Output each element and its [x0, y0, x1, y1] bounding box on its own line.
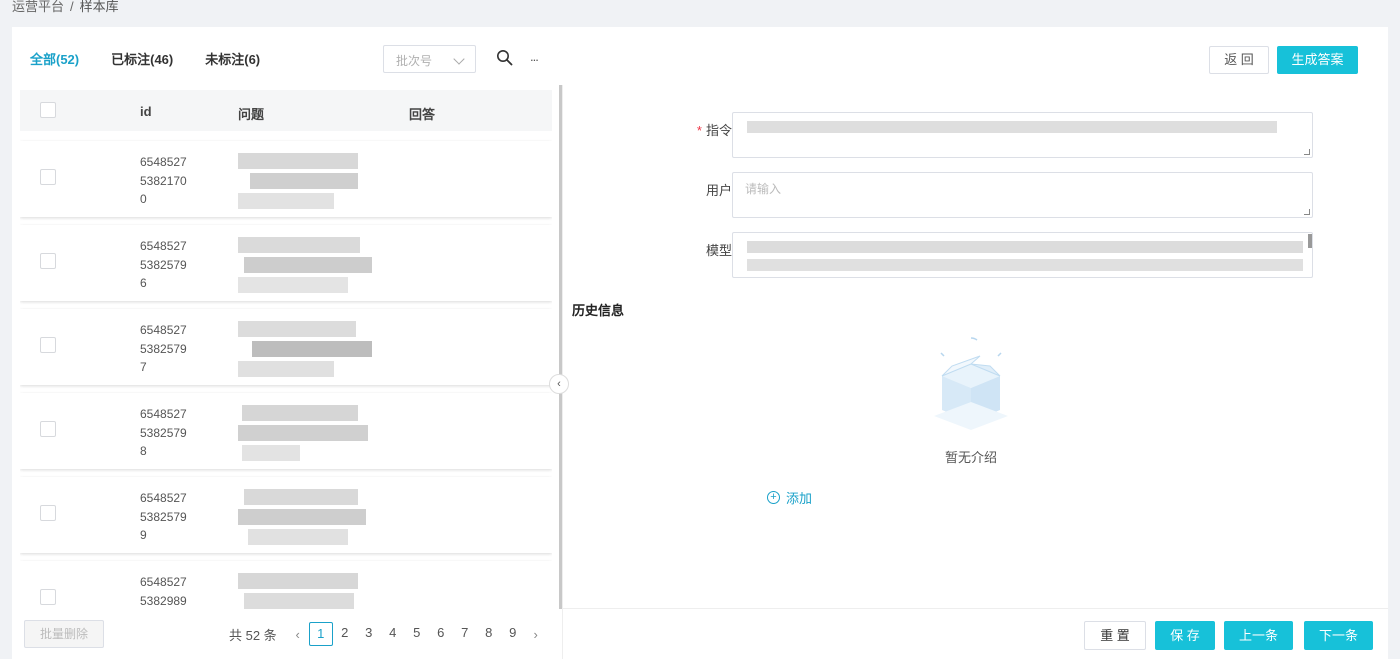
instruction-field[interactable] [732, 112, 1313, 158]
empty-message: 暂无介绍 [944, 450, 997, 465]
redacted-question [238, 487, 372, 549]
page-7[interactable]: 7 [453, 622, 477, 646]
redacted-question [238, 571, 372, 609]
row-checkbox[interactable] [40, 337, 56, 353]
breadcrumb-root[interactable]: 运营平台 [12, 0, 64, 16]
panel-divider [562, 85, 563, 659]
required-mark: * [696, 123, 702, 138]
batch-select-placeholder: 批次号 [396, 54, 433, 68]
chevron-down-icon [453, 53, 465, 65]
search-icon[interactable] [496, 49, 513, 66]
tab-unlabeled[interactable]: 未标注(6) [205, 49, 260, 68]
redacted-question [238, 235, 372, 297]
user-field[interactable]: 请输入 [732, 172, 1313, 218]
column-id: id [140, 104, 152, 119]
redacted-question [238, 151, 372, 213]
redacted-question [238, 403, 372, 465]
breadcrumb-current: 样本库 [79, 0, 119, 14]
bulk-delete-button[interactable]: 批量删除 [24, 620, 104, 648]
row-id: 6548527 5382579 7 [140, 323, 187, 374]
footer-divider [563, 608, 1388, 609]
table-header: id 问题 回答 [20, 90, 552, 131]
redacted-text [747, 259, 1303, 271]
generate-answer-button[interactable]: 生成答案 [1277, 46, 1358, 74]
redacted-question [238, 319, 372, 381]
row-id: 6548527 5382170 0 [140, 155, 187, 206]
status-tabs: 全部(52) 已标注(46) 未标注(6) [30, 49, 292, 68]
table-row[interactable]: 6548527 5382170 0 [20, 141, 552, 217]
add-history-label: 添加 [786, 491, 813, 506]
redacted-text [747, 121, 1277, 133]
page-1[interactable]: 1 [308, 622, 333, 646]
row-id: 6548527 5382579 6 [140, 239, 187, 290]
instruction-label: * 指令 [696, 123, 732, 138]
batch-select[interactable]: 批次号 [383, 45, 476, 73]
row-checkbox[interactable] [40, 169, 56, 185]
tab-all[interactable]: 全部(52) [30, 49, 79, 68]
main-card: 全部(52) 已标注(46) 未标注(6) 批次号 ... 返 回 生成答案 i… [12, 27, 1388, 659]
row-id: 6548527 5382579 9 [140, 491, 187, 542]
page-9[interactable]: 9 [501, 622, 525, 646]
user-label: 用户 [705, 183, 732, 198]
add-history-button[interactable]: + 添加 [767, 488, 812, 507]
collapse-panel-button[interactable]: ‹ [549, 374, 569, 394]
breadcrumb: 运营平台 / 样本库 [12, 0, 119, 16]
save-button[interactable]: 保 存 [1155, 621, 1215, 650]
table-row[interactable]: 6548527 5382579 6 [20, 225, 552, 301]
prev-item-button[interactable]: 上一条 [1224, 621, 1293, 650]
empty-box-icon [934, 337, 1008, 430]
pagination-total: 共 52 条 [229, 627, 277, 643]
page-3[interactable]: 3 [357, 622, 381, 646]
row-checkbox[interactable] [40, 421, 56, 437]
resize-handle[interactable] [1304, 209, 1310, 215]
breadcrumb-separator: / [70, 0, 74, 14]
pagination: 共 52 条 ‹ 1 2 3 4 5 6 7 8 9 › [229, 622, 547, 646]
resize-handle[interactable] [1304, 149, 1310, 155]
history-title: 历史信息 [572, 303, 625, 318]
page-4[interactable]: 4 [381, 622, 405, 646]
plus-circle-icon: + [767, 491, 780, 504]
back-button[interactable]: 返 回 [1209, 46, 1269, 74]
user-field-placeholder: 请输入 [745, 182, 782, 196]
row-checkbox[interactable] [40, 505, 56, 521]
redacted-text [747, 241, 1303, 253]
table-row[interactable]: 6548527 5382579 7 [20, 309, 552, 385]
more-icon[interactable]: ... [530, 49, 539, 64]
row-checkbox[interactable] [40, 253, 56, 269]
page-6[interactable]: 6 [429, 622, 453, 646]
row-id: 6548527 5382989 [140, 575, 187, 608]
table-row[interactable]: 6548527 5382579 8 [20, 393, 552, 469]
model-field[interactable] [732, 232, 1313, 278]
next-item-button[interactable]: 下一条 [1304, 621, 1373, 650]
column-question: 问题 [238, 107, 265, 122]
tab-labeled[interactable]: 已标注(46) [111, 49, 173, 68]
row-checkbox[interactable] [40, 589, 56, 605]
table-row[interactable]: 6548527 5382989 [20, 561, 552, 609]
reset-button[interactable]: 重 置 [1084, 621, 1146, 650]
table-body: 6548527 5382170 0 6548527 5382579 6 6548527 5 [20, 139, 552, 609]
prev-page-icon[interactable]: ‹ [287, 627, 309, 642]
page-2[interactable]: 2 [333, 622, 357, 646]
select-all-checkbox[interactable] [40, 102, 56, 118]
column-answer: 回答 [409, 107, 436, 122]
model-label: 模型 [705, 243, 732, 258]
table-row[interactable]: 6548527 5382579 9 [20, 477, 552, 553]
field-scrollbar[interactable] [1308, 234, 1312, 248]
page-5[interactable]: 5 [405, 622, 429, 646]
chevron-left-icon: ‹ [557, 378, 561, 390]
page-8[interactable]: 8 [477, 622, 501, 646]
next-page-icon[interactable]: › [525, 627, 547, 642]
row-id: 6548527 5382579 8 [140, 407, 187, 458]
